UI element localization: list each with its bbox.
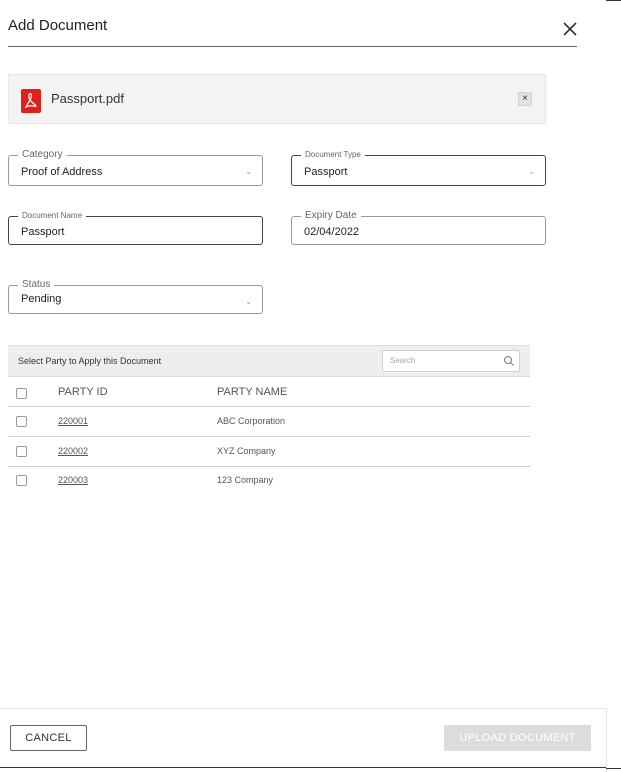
search-icon[interactable] bbox=[503, 355, 515, 367]
status-label: Status bbox=[18, 279, 55, 291]
category-select[interactable]: Category Proof of Address ⌄ bbox=[8, 149, 263, 186]
footer-divider bbox=[0, 708, 606, 709]
expiry-date-input[interactable]: Expiry Date 02/04/2022 bbox=[291, 210, 546, 245]
party-search-input[interactable]: Search bbox=[382, 350, 520, 372]
chevron-down-icon: ⌄ bbox=[528, 167, 535, 176]
party-name: 123 Company bbox=[217, 475, 274, 485]
table-divider bbox=[8, 406, 530, 407]
attached-file: Passport.pdf × bbox=[8, 74, 546, 124]
window-bottom-edge bbox=[0, 767, 606, 768]
party-name: XYZ Company bbox=[217, 446, 276, 456]
select-all-checkbox[interactable] bbox=[16, 388, 27, 399]
category-label: Category bbox=[18, 149, 67, 161]
footer-edge bbox=[606, 708, 607, 772]
document-name-input[interactable]: Document Name Passport bbox=[8, 210, 263, 245]
document-name-label: Document Name bbox=[18, 210, 87, 222]
document-type-value: Passport bbox=[304, 166, 348, 178]
remove-file-button[interactable]: × bbox=[518, 92, 532, 106]
window-edge bbox=[606, 0, 621, 1]
chevron-down-icon: ⌄ bbox=[245, 297, 252, 306]
chevron-down-icon: ⌄ bbox=[245, 167, 252, 176]
pdf-icon bbox=[21, 89, 41, 113]
row-checkbox[interactable] bbox=[16, 416, 27, 427]
row-checkbox[interactable] bbox=[16, 475, 27, 486]
status-select[interactable]: Status Pending ⌄ bbox=[8, 279, 263, 314]
status-value: Pending bbox=[21, 293, 62, 305]
close-icon[interactable] bbox=[561, 20, 579, 38]
category-value: Proof of Address bbox=[21, 166, 103, 178]
party-table-header-bar: Select Party to Apply this Document Sear… bbox=[8, 345, 530, 377]
cancel-button[interactable]: CANCEL bbox=[10, 725, 87, 751]
document-type-select[interactable]: Document Type Passport ⌄ bbox=[291, 149, 546, 186]
party-table-heading: Select Party to Apply this Document bbox=[18, 356, 162, 366]
document-name-value: Passport bbox=[21, 226, 65, 238]
party-name: ABC Corporation bbox=[217, 416, 286, 426]
file-name: Passport.pdf bbox=[51, 91, 124, 106]
column-header-party-id: PARTY ID bbox=[58, 386, 108, 398]
expiry-date-value: 02/04/2022 bbox=[304, 226, 360, 238]
modal-title: Add Document bbox=[8, 17, 108, 34]
header-divider bbox=[8, 46, 577, 47]
party-id-link[interactable]: 220002 bbox=[58, 446, 88, 456]
expiry-date-label: Expiry Date bbox=[301, 210, 361, 222]
upload-document-button[interactable]: UPLOAD DOCUMENT bbox=[444, 725, 591, 751]
party-id-link[interactable]: 220001 bbox=[58, 416, 88, 426]
search-placeholder: Search bbox=[390, 356, 416, 365]
column-header-party-name: PARTY NAME bbox=[217, 386, 288, 398]
party-id-link[interactable]: 220003 bbox=[58, 475, 88, 485]
window-bottom-edge-right bbox=[606, 768, 621, 769]
document-type-label: Document Type bbox=[301, 149, 365, 161]
row-checkbox[interactable] bbox=[16, 446, 27, 457]
table-divider bbox=[8, 466, 530, 467]
table-divider bbox=[8, 436, 530, 437]
